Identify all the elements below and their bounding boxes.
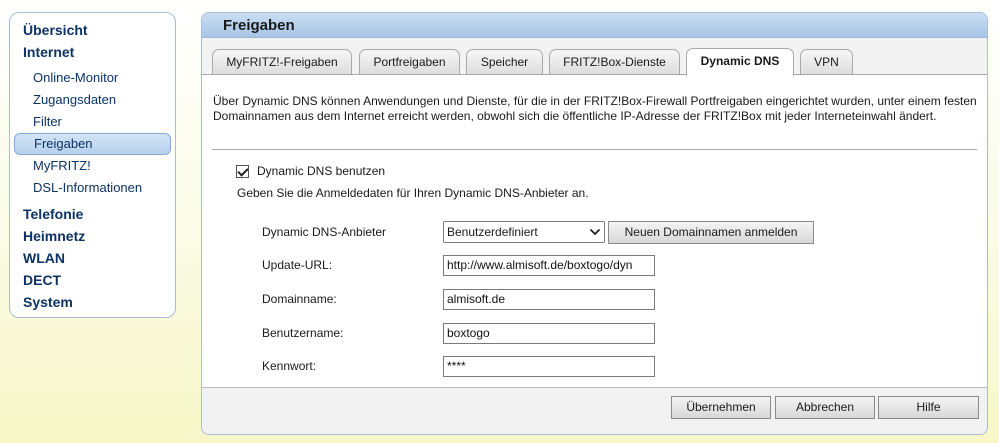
- cancel-button[interactable]: Abbrechen: [775, 396, 875, 419]
- nav-zugangsdaten[interactable]: Zugangsdaten: [14, 89, 171, 111]
- password-label: Kennwort:: [262, 359, 317, 373]
- page-title: Freigaben: [202, 13, 987, 38]
- nav-dsl-informationen[interactable]: DSL-Informationen: [14, 177, 171, 199]
- nav-heimnetz[interactable]: Heimnetz: [10, 225, 175, 247]
- dynamic-dns-checkbox-label[interactable]: Dynamic DNS benutzen: [257, 164, 385, 178]
- provider-label: Dynamic DNS-Anbieter: [262, 225, 387, 239]
- password-input[interactable]: ****: [443, 356, 655, 377]
- username-input[interactable]: boxtogo: [443, 323, 655, 344]
- nav-online-monitor[interactable]: Online-Monitor: [14, 67, 171, 89]
- nav-myfritz[interactable]: MyFRITZ!: [14, 155, 171, 177]
- nav-uebersicht[interactable]: Übersicht: [10, 19, 175, 41]
- intro-text: Über Dynamic DNS können Anwendungen und …: [213, 94, 977, 123]
- dynamic-dns-checkbox[interactable]: [236, 164, 249, 178]
- tab-speicher[interactable]: Speicher: [466, 49, 543, 75]
- tab-bar: MyFRITZ!-Freigaben Portfreigaben Speiche…: [202, 48, 987, 76]
- tab-vpn[interactable]: VPN: [800, 49, 853, 75]
- tab-fritzbox-dienste[interactable]: FRITZ!Box-Dienste: [549, 49, 680, 75]
- update-url-label: Update-URL:: [262, 258, 333, 272]
- main-navigation: Übersicht Internet Online-Monitor Zugang…: [9, 12, 176, 318]
- nav-freigaben[interactable]: Freigaben: [14, 133, 171, 155]
- divider: [212, 149, 977, 150]
- tab-portfreigaben[interactable]: Portfreigaben: [359, 49, 460, 75]
- domain-label: Domainname:: [262, 292, 337, 306]
- freigaben-panel: Freigaben MyFRITZ!-Freigaben Portfreigab…: [201, 12, 988, 435]
- nav-telefonie[interactable]: Telefonie: [10, 203, 175, 225]
- nav-wlan[interactable]: WLAN: [10, 247, 175, 269]
- provider-select-value: Benutzerdefiniert: [447, 225, 538, 239]
- domain-input[interactable]: almisoft.de: [443, 289, 655, 310]
- help-button[interactable]: Hilfe: [878, 396, 979, 419]
- register-domain-button[interactable]: Neuen Domainnamen anmelden: [608, 221, 814, 244]
- apply-button[interactable]: Übernehmen: [671, 396, 771, 419]
- tab-myfritz-freigaben[interactable]: MyFRITZ!-Freigaben: [212, 49, 352, 75]
- username-label: Benutzername:: [262, 326, 344, 340]
- nav-dect[interactable]: DECT: [10, 269, 175, 291]
- provider-select[interactable]: Benutzerdefiniert: [443, 221, 605, 243]
- credentials-hint: Geben Sie die Anmeldedaten für Ihren Dyn…: [237, 186, 589, 200]
- dynamic-dns-content: Über Dynamic DNS können Anwendungen und …: [202, 74, 987, 388]
- chevron-down-icon: [589, 228, 601, 236]
- tab-dynamic-dns[interactable]: Dynamic DNS: [686, 48, 794, 76]
- update-url-input[interactable]: http://www.almisoft.de/boxtogo/dyn: [443, 255, 655, 276]
- nav-filter[interactable]: Filter: [14, 111, 171, 133]
- enable-row: Dynamic DNS benutzen: [236, 163, 385, 179]
- nav-internet[interactable]: Internet: [10, 41, 175, 63]
- nav-system[interactable]: System: [10, 291, 175, 313]
